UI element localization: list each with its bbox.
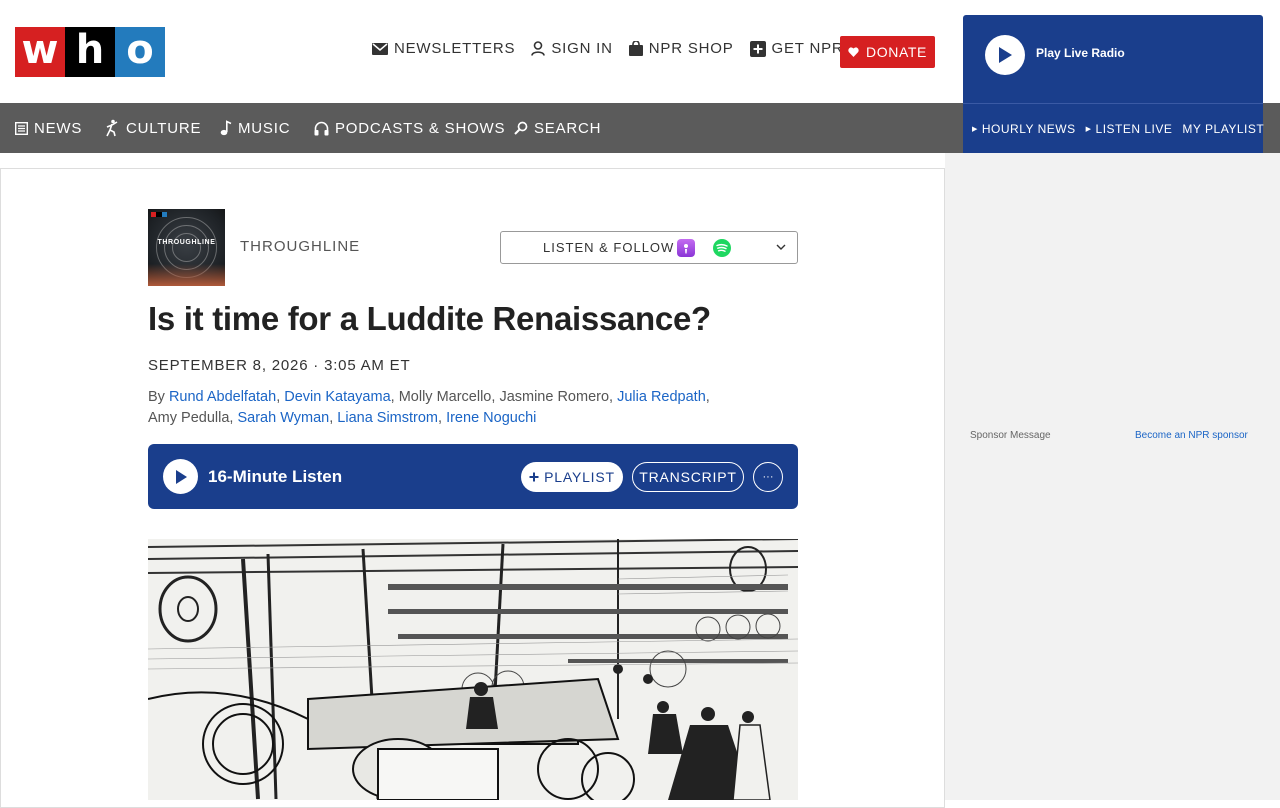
- sidebar-ad-area: Sponsor Message Become an NPR sponsor: [945, 153, 1280, 800]
- hourly-news-label: HOURLY NEWS: [981, 121, 1076, 136]
- my-playlist-label: MY PLAYLIST: [1182, 121, 1265, 136]
- author-link[interactable]: Irene Noguchi: [446, 410, 536, 426]
- envelope-icon: [372, 42, 388, 55]
- sign-in-link[interactable]: SIGN IN: [531, 40, 612, 57]
- art-gradient: [148, 264, 225, 286]
- newsletters-link[interactable]: NEWSLETTERS: [372, 40, 515, 57]
- play-live-radio-button[interactable]: [985, 35, 1025, 75]
- my-playlist-link[interactable]: MY PLAYLIST: [1182, 122, 1264, 136]
- logo-letter-h: h: [65, 27, 115, 77]
- sign-in-label: SIGN IN: [551, 40, 613, 57]
- nav-podcasts-label: PODCASTS & SHOWS: [335, 119, 506, 137]
- newsletters-label: NEWSLETTERS: [394, 40, 516, 57]
- become-sponsor-link[interactable]: Become an NPR sponsor: [1135, 430, 1248, 441]
- podcast-art-title: THROUGHLINE: [157, 239, 216, 246]
- newspaper-icon: [15, 121, 28, 135]
- audio-duration: 16-Minute Listen: [208, 467, 343, 486]
- chevron-down-icon: [776, 244, 786, 250]
- listen-live-label: LISTEN LIVE: [1095, 121, 1173, 136]
- logo-letter-w: w: [15, 27, 65, 77]
- author-link[interactable]: Rund Abdelfatah: [169, 389, 276, 405]
- triangle-right-icon: ▶: [1085, 125, 1092, 133]
- audio-play-button[interactable]: [163, 459, 198, 494]
- play-live-radio-label[interactable]: Play Live Radio: [1036, 46, 1125, 60]
- podcast-name-link[interactable]: THROUGHLINE: [240, 238, 360, 255]
- dancer-icon: [106, 119, 118, 137]
- site-header: w h o NEWSLETTERS SIGN IN NPR SHOP GET N…: [0, 0, 1280, 153]
- nav-item-search[interactable]: SEARCH: [514, 103, 601, 153]
- add-to-playlist-button[interactable]: PLAYLIST: [521, 462, 623, 492]
- listen-follow-dropdown[interactable]: LISTEN & FOLLOW: [500, 231, 798, 264]
- nav-item-music[interactable]: MUSIC: [220, 103, 290, 153]
- author-link[interactable]: Julia Redpath: [617, 389, 706, 405]
- nav-item-news[interactable]: NEWS: [15, 103, 82, 153]
- utility-nav: NEWSLETTERS SIGN IN NPR SHOP GET NPR+: [372, 40, 869, 57]
- transcript-button[interactable]: TRANSCRIPT: [632, 462, 744, 492]
- plus-icon: [529, 472, 539, 482]
- nav-news-label: NEWS: [34, 119, 83, 137]
- donate-button[interactable]: DONATE: [840, 36, 935, 68]
- npr-shop-link[interactable]: NPR SHOP: [628, 40, 734, 57]
- art-ring: [172, 233, 201, 262]
- author-name: Molly Marcello: [398, 389, 492, 405]
- author-name: Jasmine Romero: [499, 389, 610, 405]
- article-byline: By Rund Abdelfatah, Devin Katayama, Moll…: [148, 389, 710, 426]
- listen-live-link[interactable]: ▶ LISTEN LIVE: [1086, 122, 1173, 136]
- play-icon: [999, 47, 1012, 63]
- play-icon: [175, 469, 187, 484]
- search-icon: [514, 121, 528, 135]
- logo-letter-o: o: [115, 27, 165, 77]
- author-link[interactable]: Liana Simstrom: [337, 410, 438, 426]
- plus-square-icon: [749, 40, 766, 57]
- nav-culture-label: CULTURE: [126, 119, 202, 137]
- textile-mill-illustration: [148, 539, 798, 800]
- author-link[interactable]: Devin Katayama: [284, 389, 390, 405]
- ellipsis-icon: ···: [762, 471, 774, 483]
- byline-prefix: By: [148, 389, 165, 405]
- more-options-button[interactable]: ···: [753, 462, 783, 492]
- apple-podcasts-icon: [677, 239, 695, 257]
- triangle-right-icon: ▶: [972, 125, 978, 133]
- sponsor-message-label: Sponsor Message: [970, 430, 1051, 441]
- npr-shop-label: NPR SHOP: [648, 40, 734, 57]
- heart-icon: [848, 47, 859, 57]
- music-note-icon: [220, 120, 232, 136]
- spotify-icon: [713, 239, 731, 257]
- get-npr-plus-link[interactable]: GET NPR+: [749, 40, 854, 57]
- article-lead-image[interactable]: [148, 539, 798, 800]
- listen-follow-label: LISTEN & FOLLOW: [543, 240, 675, 255]
- author-name: Amy Pedulla: [148, 410, 230, 426]
- user-icon: [531, 41, 546, 56]
- site-logo[interactable]: w h o: [15, 27, 165, 77]
- nav-item-culture[interactable]: CULTURE: [104, 103, 201, 153]
- author-link[interactable]: Sarah Wyman: [237, 410, 329, 426]
- nav-search-label: SEARCH: [534, 119, 602, 137]
- audio-player: 16-Minute Listen PLAYLIST TRANSCRIPT ···: [148, 444, 798, 509]
- donate-label: DONATE: [866, 44, 927, 60]
- live-radio-links: ▶ HOURLY NEWS ▶ LISTEN LIVE MY PLAYLIST: [963, 103, 1264, 153]
- podcast-artwork[interactable]: THROUGHLINE: [148, 209, 225, 286]
- hourly-news-link[interactable]: ▶ HOURLY NEWS: [972, 122, 1076, 136]
- transcript-label: TRANSCRIPT: [639, 469, 737, 485]
- article-dateline: SEPTEMBER 8, 2026 · 3:05 AM ET: [148, 357, 411, 374]
- article-headline: Is it time for a Luddite Renaissance?: [148, 300, 711, 337]
- nav-music-label: MUSIC: [238, 119, 291, 137]
- shopping-bag-icon: [628, 41, 643, 56]
- headphones-icon: [314, 121, 329, 135]
- playlist-label: PLAYLIST: [544, 469, 615, 485]
- nav-item-podcasts[interactable]: PODCASTS & SHOWS: [314, 103, 505, 153]
- npr-mini-logo: [151, 212, 167, 217]
